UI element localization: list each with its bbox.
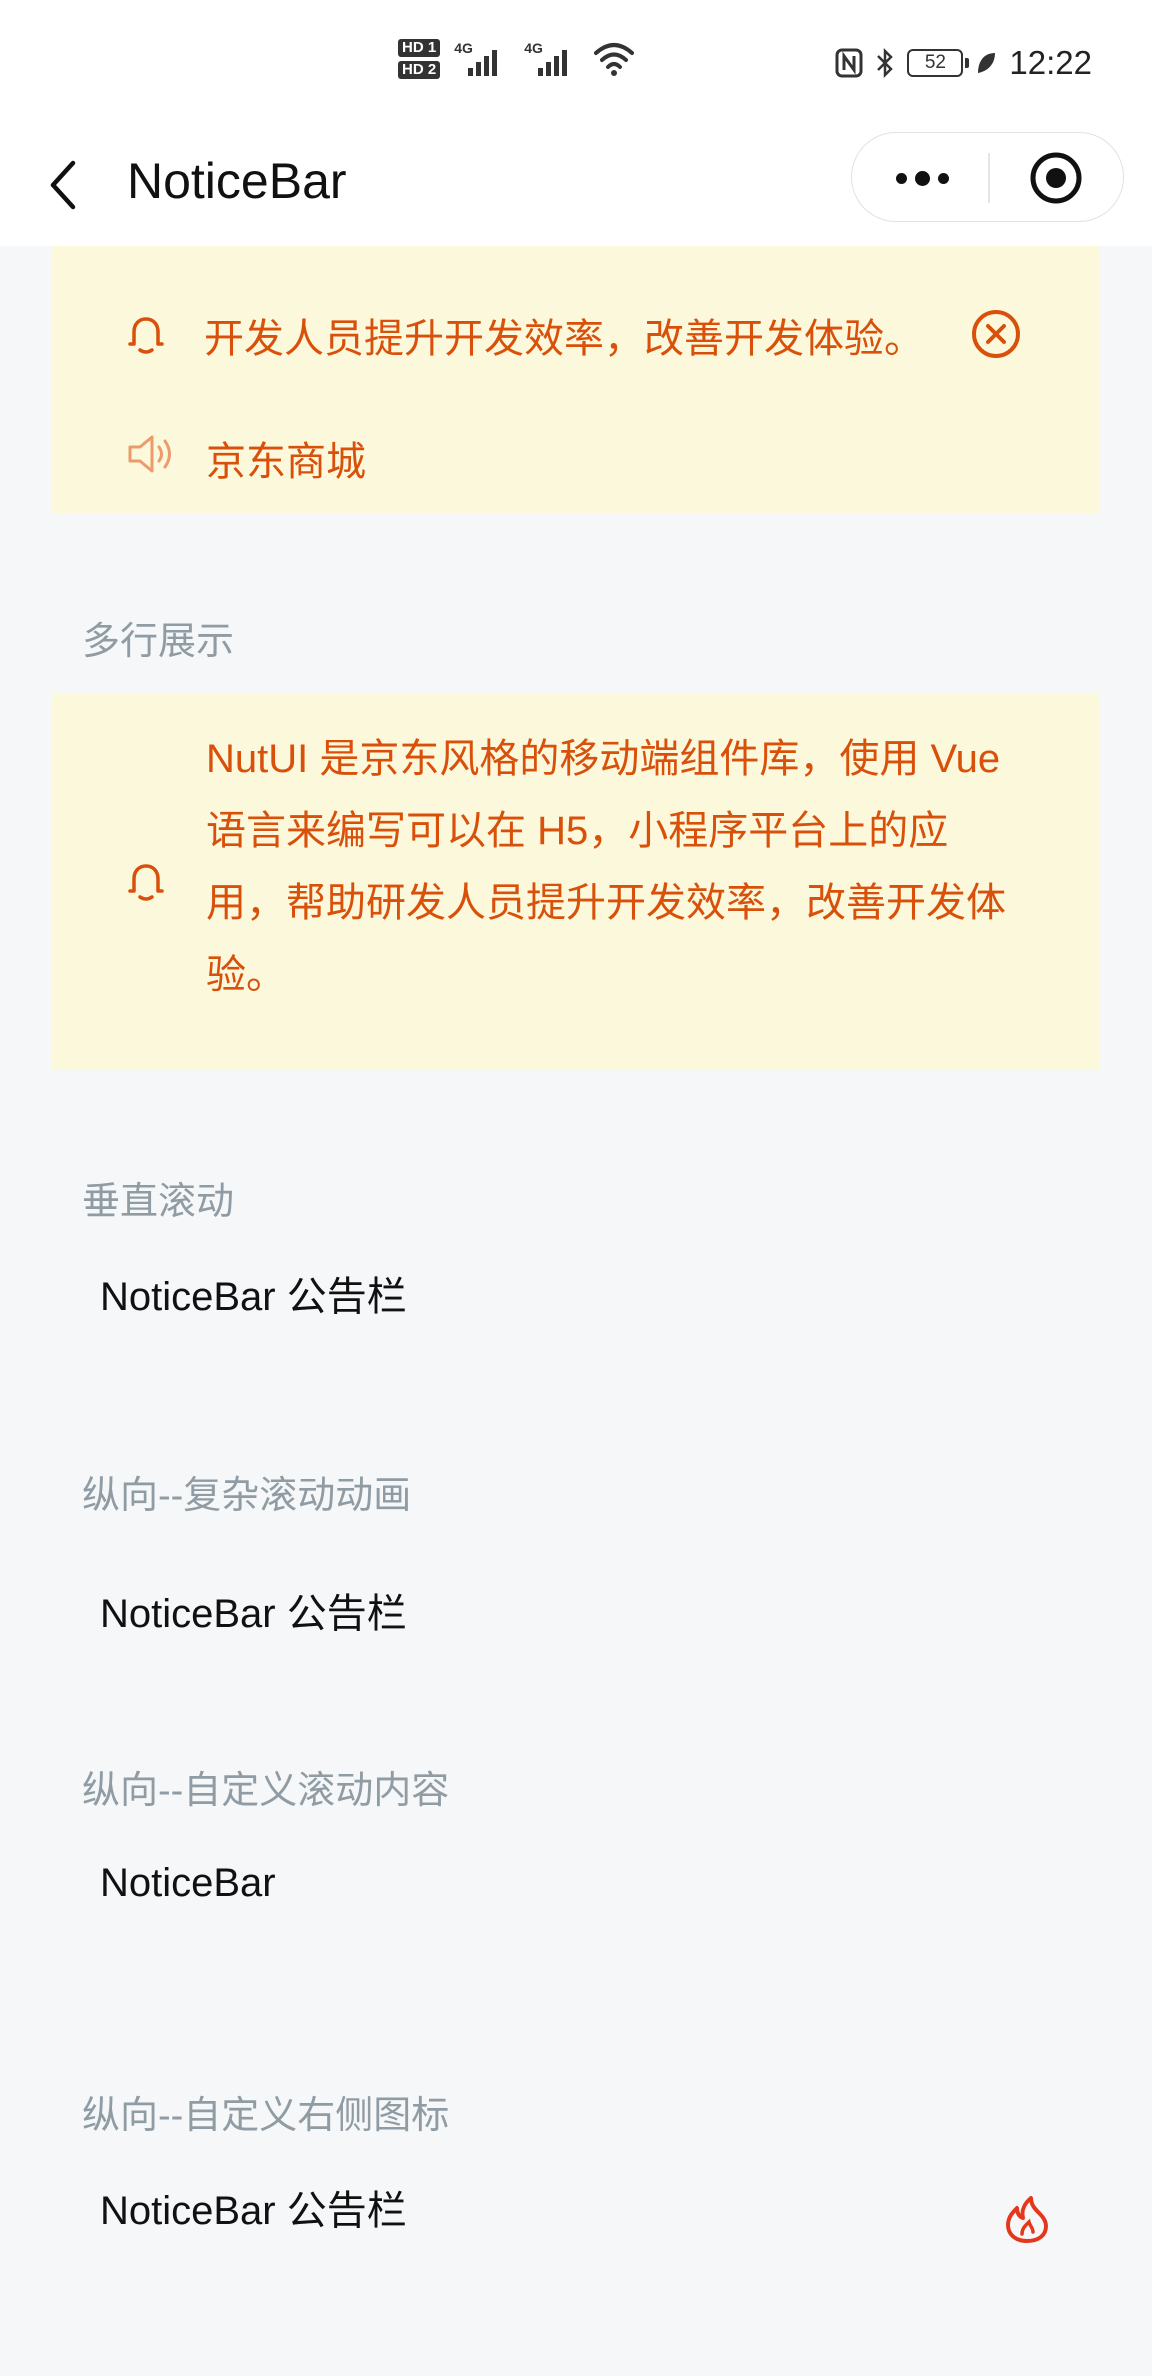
section-title-vertical: 垂直滚动 bbox=[82, 1181, 235, 1223]
more-dots-icon bbox=[895, 172, 907, 184]
signal-icon: 4G bbox=[454, 38, 510, 80]
leaf-icon bbox=[978, 53, 996, 73]
fire-icon[interactable] bbox=[1002, 2194, 1052, 2246]
bell-icon bbox=[128, 317, 164, 354]
status-center: HD 1 HD 2 4G 4G bbox=[398, 38, 635, 80]
status-bar: HD 1 HD 2 4G 4G 52 12:22 bbox=[0, 0, 1152, 130]
mini-program-capsule bbox=[851, 132, 1124, 222]
multiline-line: 语言来编写可以在 H5，小程序平台上的应 bbox=[206, 809, 949, 853]
wifi-icon bbox=[594, 43, 635, 76]
target-circle-icon[interactable] bbox=[1028, 150, 1084, 206]
section-title-multiline: 多行展示 bbox=[82, 621, 235, 663]
notice-bar-closable: 开发人员提升开发效率，改善开发体验。 京东商城 bbox=[52, 246, 1100, 514]
notice-text-short: 京东商城 bbox=[206, 440, 366, 484]
nfc-icon bbox=[835, 48, 863, 78]
notice-custom-content-text: NoticeBar bbox=[100, 1861, 276, 1905]
multiline-line: 验。 bbox=[206, 953, 286, 997]
notice-text: 开发人员提升开发效率，改善开发体验。 bbox=[204, 317, 924, 361]
notice-vertical-text: NoticeBar 公告栏 bbox=[100, 1275, 407, 1319]
multiline-line: 用，帮助研发人员提升开发效率，改善开发体 bbox=[206, 881, 1006, 925]
page-title: NoticeBar bbox=[127, 153, 347, 209]
more-dots-icon bbox=[937, 172, 949, 184]
hd-stack: HD 1 HD 2 bbox=[398, 39, 441, 79]
notice-bar-multiline: NutUI 是京东风格的移动端组件库，使用 Vue 语言来编写可以在 H5，小程… bbox=[52, 694, 1100, 1070]
close-circle-icon[interactable] bbox=[970, 308, 1022, 360]
battery-icon: 52 bbox=[907, 49, 970, 77]
notice-complex-text: NoticeBar 公告栏 bbox=[100, 1592, 407, 1636]
bluetooth-icon bbox=[877, 47, 894, 79]
section-title-custom-content: 纵向--自定义滚动内容 bbox=[82, 1770, 450, 1812]
hd1-badge: HD 1 bbox=[398, 39, 441, 57]
page-content: 开发人员提升开发效率，改善开发体验。 京东商城 多行展示 NutUI 是京东风格… bbox=[0, 246, 1152, 2376]
more-button[interactable] bbox=[882, 155, 962, 201]
signal-icon: 4G bbox=[524, 38, 580, 80]
status-time: 12:22 bbox=[1009, 44, 1092, 81]
nav-bar: NoticeBar bbox=[0, 130, 1152, 246]
section-title-custom-icon: 纵向--自定义右侧图标 bbox=[82, 2095, 450, 2137]
status-right: 52 12:22 bbox=[835, 44, 1092, 82]
section-title-complex: 纵向--复杂滚动动画 bbox=[82, 1475, 412, 1517]
capsule-divider bbox=[988, 153, 990, 203]
more-dots-icon bbox=[914, 170, 930, 186]
speaker-icon bbox=[128, 435, 171, 473]
hd2-badge: HD 2 bbox=[398, 61, 441, 79]
bell-icon bbox=[128, 864, 164, 901]
back-button[interactable] bbox=[38, 150, 88, 220]
chevron-left-icon bbox=[50, 160, 76, 210]
multiline-line: NutUI 是京东风格的移动端组件库，使用 Vue bbox=[206, 737, 1001, 781]
notice-custom-icon-text: NoticeBar 公告栏 bbox=[100, 2189, 407, 2233]
